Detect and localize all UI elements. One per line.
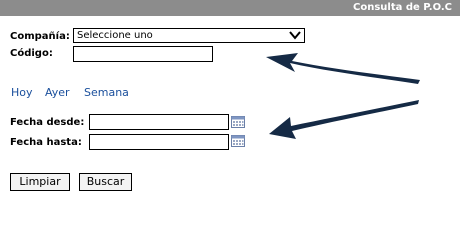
calendar-icon[interactable] — [231, 116, 245, 128]
link-today[interactable]: Hoy — [11, 86, 33, 100]
header-bar: Consulta de P.O.C — [0, 0, 460, 16]
company-label: Compañía: — [10, 31, 70, 42]
company-select-value: Seleccione uno — [77, 30, 153, 41]
search-button[interactable]: Buscar — [79, 173, 132, 191]
code-input[interactable] — [73, 46, 213, 62]
page-title: Consulta de P.O.C — [353, 2, 452, 13]
date-to-input[interactable] — [89, 134, 229, 150]
date-from-label: Fecha desde: — [10, 117, 85, 128]
clear-button[interactable]: Limpiar — [10, 173, 70, 191]
link-yesterday[interactable]: Ayer — [45, 86, 70, 100]
link-week[interactable]: Semana — [84, 86, 129, 100]
arrow-icon — [266, 53, 420, 84]
date-from-input[interactable] — [89, 114, 229, 130]
chevron-down-icon — [289, 31, 301, 40]
code-label: Código: — [10, 48, 53, 59]
arrow-icon — [269, 100, 419, 139]
company-select[interactable]: Seleccione uno — [73, 28, 305, 43]
date-to-label: Fecha hasta: — [10, 137, 82, 148]
calendar-icon[interactable] — [231, 135, 245, 147]
